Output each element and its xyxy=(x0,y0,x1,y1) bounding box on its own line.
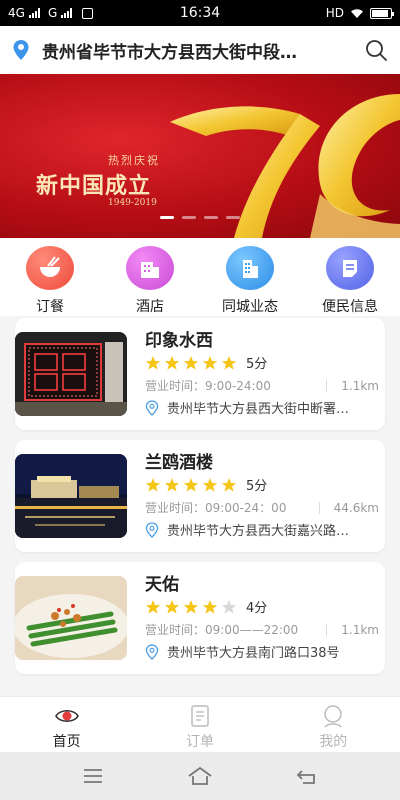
bottom-tab-bar: 首页 订单 我的 xyxy=(0,696,400,752)
category-label: 同城业态 xyxy=(222,299,278,315)
anniversary-70-graphic xyxy=(170,94,400,238)
tab-label: 我的 xyxy=(319,734,348,750)
star-filled-icon xyxy=(221,355,237,370)
tab-home[interactable]: 首页 xyxy=(0,697,133,752)
address-text: 贵州毕节大方县西大街嘉兴路… xyxy=(167,524,350,539)
location-pin-icon xyxy=(145,399,159,416)
eye-icon xyxy=(54,709,79,723)
shop-thumbnail xyxy=(15,332,127,416)
star-filled-icon xyxy=(202,355,218,370)
category-order-food[interactable]: 订餐 xyxy=(0,238,100,316)
divider xyxy=(318,501,320,514)
star-rating: 5分 xyxy=(145,353,267,372)
network-status: 4G G xyxy=(8,6,94,20)
banner-dot[interactable] xyxy=(204,216,218,219)
category-label: 酒店 xyxy=(136,299,164,315)
star-filled-icon xyxy=(183,477,199,492)
star-filled-icon xyxy=(221,477,237,492)
business-hours: 营业时间：09:00——22:00 xyxy=(145,623,299,637)
distance: 1.1km xyxy=(341,622,379,637)
star-filled-icon xyxy=(164,477,180,492)
distance: 44.6km xyxy=(333,500,379,515)
tab-profile[interactable]: 我的 xyxy=(267,697,400,752)
banner-dot[interactable] xyxy=(182,216,196,219)
banner-dot[interactable] xyxy=(226,216,240,219)
business-hours: 营业时间：09:00-24：00 xyxy=(145,501,287,515)
divider xyxy=(326,379,328,392)
shop-card[interactable]: 印象水西 5分 营业时间：9:00-24:00 1.1km 贵州毕节大方县西大街… xyxy=(15,318,385,430)
shop-card[interactable]: 天佑 4分 营业时间：09:00——22:00 1.1km 贵州毕节大方县南门路… xyxy=(15,562,385,674)
star-filled-icon xyxy=(183,599,199,614)
wifi-icon xyxy=(351,8,363,18)
shop-name: 天佑 xyxy=(145,575,179,595)
tab-orders[interactable]: 订单 xyxy=(133,697,266,752)
star-filled-icon xyxy=(145,477,161,492)
star-filled-icon xyxy=(164,355,180,370)
location-pin-icon xyxy=(145,643,159,660)
document-icon xyxy=(326,246,374,290)
address-text: 贵州毕节大方县南门路口38号 xyxy=(167,646,340,661)
battery-icon xyxy=(370,7,394,19)
rating-score: 4分 xyxy=(246,601,268,616)
banner-dot[interactable] xyxy=(160,216,174,219)
tab-label: 订单 xyxy=(185,734,214,750)
shop-thumbnail xyxy=(15,576,127,660)
bowl-icon xyxy=(26,246,74,290)
star-rating: 5分 xyxy=(145,475,267,494)
category-label: 订餐 xyxy=(36,299,64,315)
location-header: 贵州省毕节市大方县西大街中段… xyxy=(0,26,400,74)
shop-name: 印象水西 xyxy=(145,331,213,351)
home-icon[interactable] xyxy=(187,765,213,787)
category-convenience-info[interactable]: 便民信息 xyxy=(300,238,400,316)
banner-subtitle: 热烈庆祝 xyxy=(108,154,160,167)
star-empty-icon xyxy=(221,599,237,614)
shop-name: 兰鸥酒楼 xyxy=(145,453,213,473)
distance: 1.1km xyxy=(341,378,379,393)
category-label: 便民信息 xyxy=(322,299,378,315)
hotel-icon xyxy=(126,246,174,290)
category-hotel[interactable]: 酒店 xyxy=(100,238,200,316)
shop-thumbnail xyxy=(15,454,127,538)
profile-icon xyxy=(324,705,343,728)
network-type-2: G xyxy=(47,6,58,20)
current-location[interactable]: 贵州省毕节市大方县西大街中段… xyxy=(42,38,354,63)
business-hours: 营业时间：9:00-24:00 xyxy=(145,379,271,393)
status-bar: 4G G 16:34 HD xyxy=(0,0,400,26)
network-type-1: 4G xyxy=(8,6,25,20)
notification-icon xyxy=(82,7,94,19)
rating-score: 5分 xyxy=(246,357,268,372)
banner-title: 新中国成立 xyxy=(36,173,152,199)
shop-card[interactable]: 兰鸥酒楼 5分 营业时间：09:00-24：00 44.6km 贵州毕节大方县西… xyxy=(15,440,385,552)
location-pin-icon xyxy=(145,521,159,538)
banner-years: 1949-2019 xyxy=(108,198,157,208)
divider xyxy=(326,623,328,636)
address-text: 贵州毕节大方县西大街中断署… xyxy=(167,402,350,417)
hd-indicator: HD xyxy=(325,6,344,20)
signal-icon-2 xyxy=(61,8,73,18)
search-icon[interactable] xyxy=(364,38,388,62)
promo-banner[interactable]: 热烈庆祝 新中国成立 1949-2019 xyxy=(0,74,400,238)
category-local-business[interactable]: 同城业态 xyxy=(200,238,300,316)
tab-label: 首页 xyxy=(52,734,81,750)
star-filled-icon xyxy=(145,355,161,370)
banner-indicator xyxy=(0,216,400,219)
rating-score: 5分 xyxy=(246,479,268,494)
star-filled-icon xyxy=(145,599,161,614)
star-filled-icon xyxy=(164,599,180,614)
shop-address: 贵州毕节大方县南门路口38号 xyxy=(145,642,363,661)
signal-icon xyxy=(28,8,40,18)
menu-icon[interactable] xyxy=(80,765,106,787)
shop-address: 贵州毕节大方县西大街中断署… xyxy=(145,398,363,417)
shop-address: 贵州毕节大方县西大街嘉兴路… xyxy=(145,520,363,539)
category-bar: 订餐 酒店 同城业态 便民信息 xyxy=(0,238,400,316)
building-icon xyxy=(226,246,274,290)
system-navigation-bar xyxy=(0,752,400,800)
star-filled-icon xyxy=(183,355,199,370)
star-filled-icon xyxy=(202,477,218,492)
order-icon xyxy=(191,705,209,727)
star-rating: 4分 xyxy=(145,597,267,616)
location-pin-icon[interactable] xyxy=(12,39,30,61)
back-icon[interactable] xyxy=(294,765,320,787)
star-filled-icon xyxy=(202,599,218,614)
